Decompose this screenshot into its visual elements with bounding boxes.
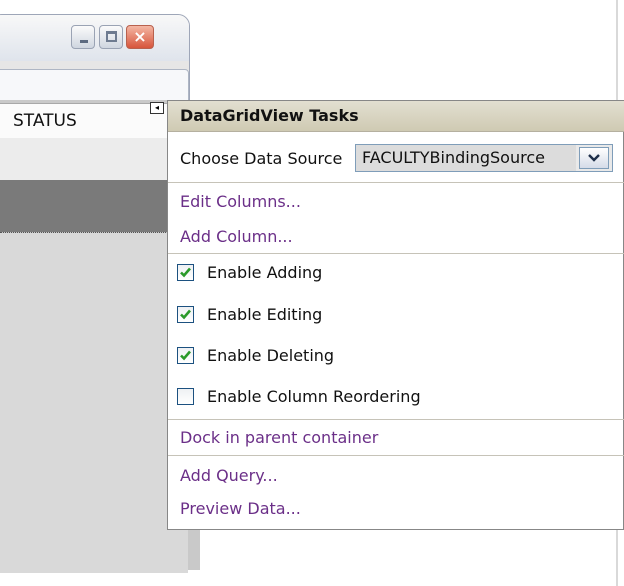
chevron-down-icon	[588, 154, 600, 162]
minimize-icon	[80, 40, 88, 43]
close-icon: ×	[133, 27, 147, 46]
data-source-combobox[interactable]: FACULTYBindingSource	[355, 144, 613, 172]
maximize-icon	[106, 31, 117, 42]
add-query-link[interactable]: Add Query...	[180, 466, 278, 485]
close-button[interactable]: ×	[126, 25, 154, 49]
grid-background	[0, 180, 188, 232]
dropdown-button[interactable]	[579, 147, 609, 169]
edit-columns-link[interactable]: Edit Columns...	[180, 192, 301, 211]
enable-column-reordering-option[interactable]: Enable Column Reordering	[177, 386, 617, 412]
option-label: Enable Column Reordering	[207, 387, 421, 406]
separator	[168, 455, 624, 456]
form-title-bar: ×	[0, 15, 189, 61]
enable-editing-option[interactable]: Enable Editing	[177, 304, 617, 330]
add-column-link[interactable]: Add Column...	[180, 227, 293, 246]
preview-data-link[interactable]: Preview Data...	[180, 499, 301, 518]
enable-column-reordering-checkbox[interactable]	[177, 388, 194, 405]
data-source-value: FACULTYBindingSource	[356, 145, 576, 171]
separator	[168, 253, 624, 254]
maximize-button[interactable]	[99, 25, 123, 49]
separator	[168, 182, 624, 183]
panel-title: DataGridView Tasks	[180, 106, 359, 125]
option-label: Enable Adding	[207, 263, 323, 282]
enable-adding-checkbox[interactable]	[177, 264, 194, 281]
smart-tag-panel: DataGridView Tasks Choose Data Source FA…	[167, 100, 624, 530]
checkmark-icon	[180, 267, 191, 278]
enable-deleting-option[interactable]: Enable Deleting	[177, 345, 617, 371]
separator	[168, 419, 624, 420]
enable-deleting-checkbox[interactable]	[177, 347, 194, 364]
checkmark-icon	[180, 309, 191, 320]
choose-data-source-label: Choose Data Source	[180, 149, 343, 168]
enable-adding-option[interactable]: Enable Adding	[177, 262, 617, 288]
option-label: Enable Editing	[207, 305, 323, 324]
smart-tag-glyph-icon[interactable]: ◂	[150, 102, 164, 114]
column-header-status: STATUS	[13, 111, 77, 131]
dock-in-parent-link[interactable]: Dock in parent container	[180, 428, 378, 447]
grid-new-row[interactable]	[0, 138, 188, 182]
option-label: Enable Deleting	[207, 346, 335, 365]
minimize-button[interactable]	[71, 25, 95, 49]
form-client-area	[0, 233, 188, 573]
checkmark-icon	[180, 350, 191, 361]
panel-title-bar: DataGridView Tasks	[168, 101, 624, 132]
enable-editing-checkbox[interactable]	[177, 306, 194, 323]
